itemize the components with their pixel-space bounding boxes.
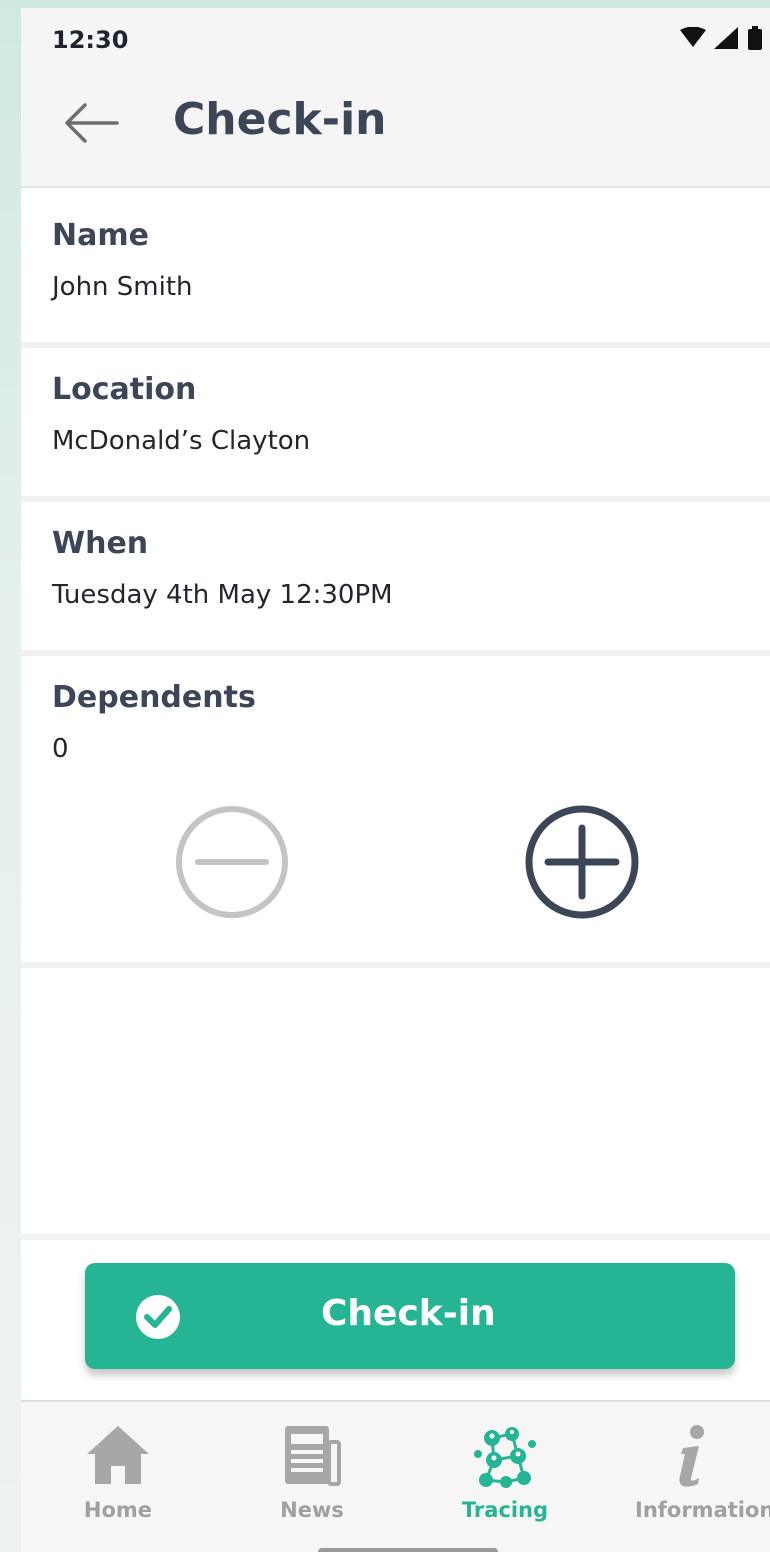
empty-area <box>21 968 770 1240</box>
nav-home[interactable]: Home <box>38 1420 198 1530</box>
nav-news[interactable]: News <box>232 1420 392 1530</box>
dependents-label: Dependents <box>52 680 256 715</box>
arrow-left-icon <box>65 103 119 143</box>
when-section: When Tuesday 4th May 12:30PM <box>21 502 770 656</box>
home-indicator[interactable] <box>318 1548 498 1552</box>
phone-screen: 12:30 Check-in Name John Smith Location … <box>21 8 770 1552</box>
status-time: 12:30 <box>52 26 129 54</box>
nav-home-label: Home <box>83 1498 153 1522</box>
location-section: Location McDonald’s Clayton <box>21 348 770 502</box>
increase-dependents-button[interactable] <box>524 804 640 920</box>
status-icons <box>680 26 762 50</box>
check-in-button-label: Check-in <box>321 1293 496 1334</box>
page-title: Check-in <box>173 94 387 145</box>
when-value: Tuesday 4th May 12:30PM <box>52 580 393 610</box>
back-button[interactable] <box>61 98 121 148</box>
wifi-icon <box>680 27 706 47</box>
bottom-navigation: Home News Tracing Information <box>21 1400 770 1552</box>
nav-information-label: Information <box>635 1498 770 1522</box>
check-in-button[interactable]: Check-in <box>85 1263 735 1369</box>
check-circle-icon <box>136 1295 180 1339</box>
signal-icon <box>714 27 738 49</box>
minus-circle-icon <box>176 806 288 918</box>
dependents-section: Dependents 0 <box>21 658 770 968</box>
dependents-count: 0 <box>52 734 69 764</box>
nav-news-label: News <box>280 1498 344 1522</box>
when-label: When <box>52 526 149 561</box>
plus-circle-icon <box>525 805 639 919</box>
newspaper-icon <box>285 1426 341 1486</box>
name-label: Name <box>52 218 149 253</box>
home-icon <box>87 1426 149 1484</box>
nav-information[interactable]: Information <box>621 1420 770 1530</box>
app-header: 12:30 Check-in <box>21 8 770 188</box>
info-icon <box>679 1425 704 1487</box>
nav-tracing-label: Tracing <box>461 1498 549 1522</box>
location-label: Location <box>52 372 197 407</box>
battery-icon <box>748 26 762 50</box>
location-value: McDonald’s Clayton <box>52 426 311 456</box>
name-section: Name John Smith <box>21 194 770 348</box>
name-value: John Smith <box>52 272 193 302</box>
nav-tracing[interactable]: Tracing <box>425 1420 585 1530</box>
tracing-network-icon <box>474 1427 536 1488</box>
decrease-dependents-button[interactable] <box>174 804 290 920</box>
